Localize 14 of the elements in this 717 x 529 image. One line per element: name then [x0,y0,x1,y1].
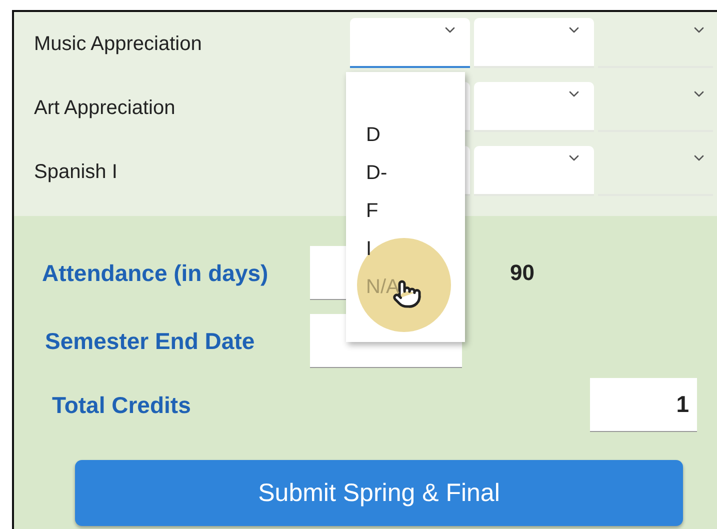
course-name: Spanish I [33,160,118,184]
field-label: Semester End Date [44,328,256,354]
course-name: Music Appreciation [33,32,203,56]
submit-button[interactable]: Submit Spring & Final [75,460,683,526]
dropdown-option[interactable]: D- [366,154,388,192]
attendance-value: 90 [510,260,534,286]
dropdown-option[interactable]: D [366,116,380,154]
input-field[interactable]: 1 [590,378,697,432]
field-label: Attendance (in days) [41,260,270,286]
course-name: Art Appreciation [33,96,176,120]
dropdown-option[interactable]: F [366,192,378,230]
grade-select[interactable] [350,18,470,68]
field-label: Total Credits [51,392,192,418]
dropdown-option[interactable]: I [366,230,372,268]
